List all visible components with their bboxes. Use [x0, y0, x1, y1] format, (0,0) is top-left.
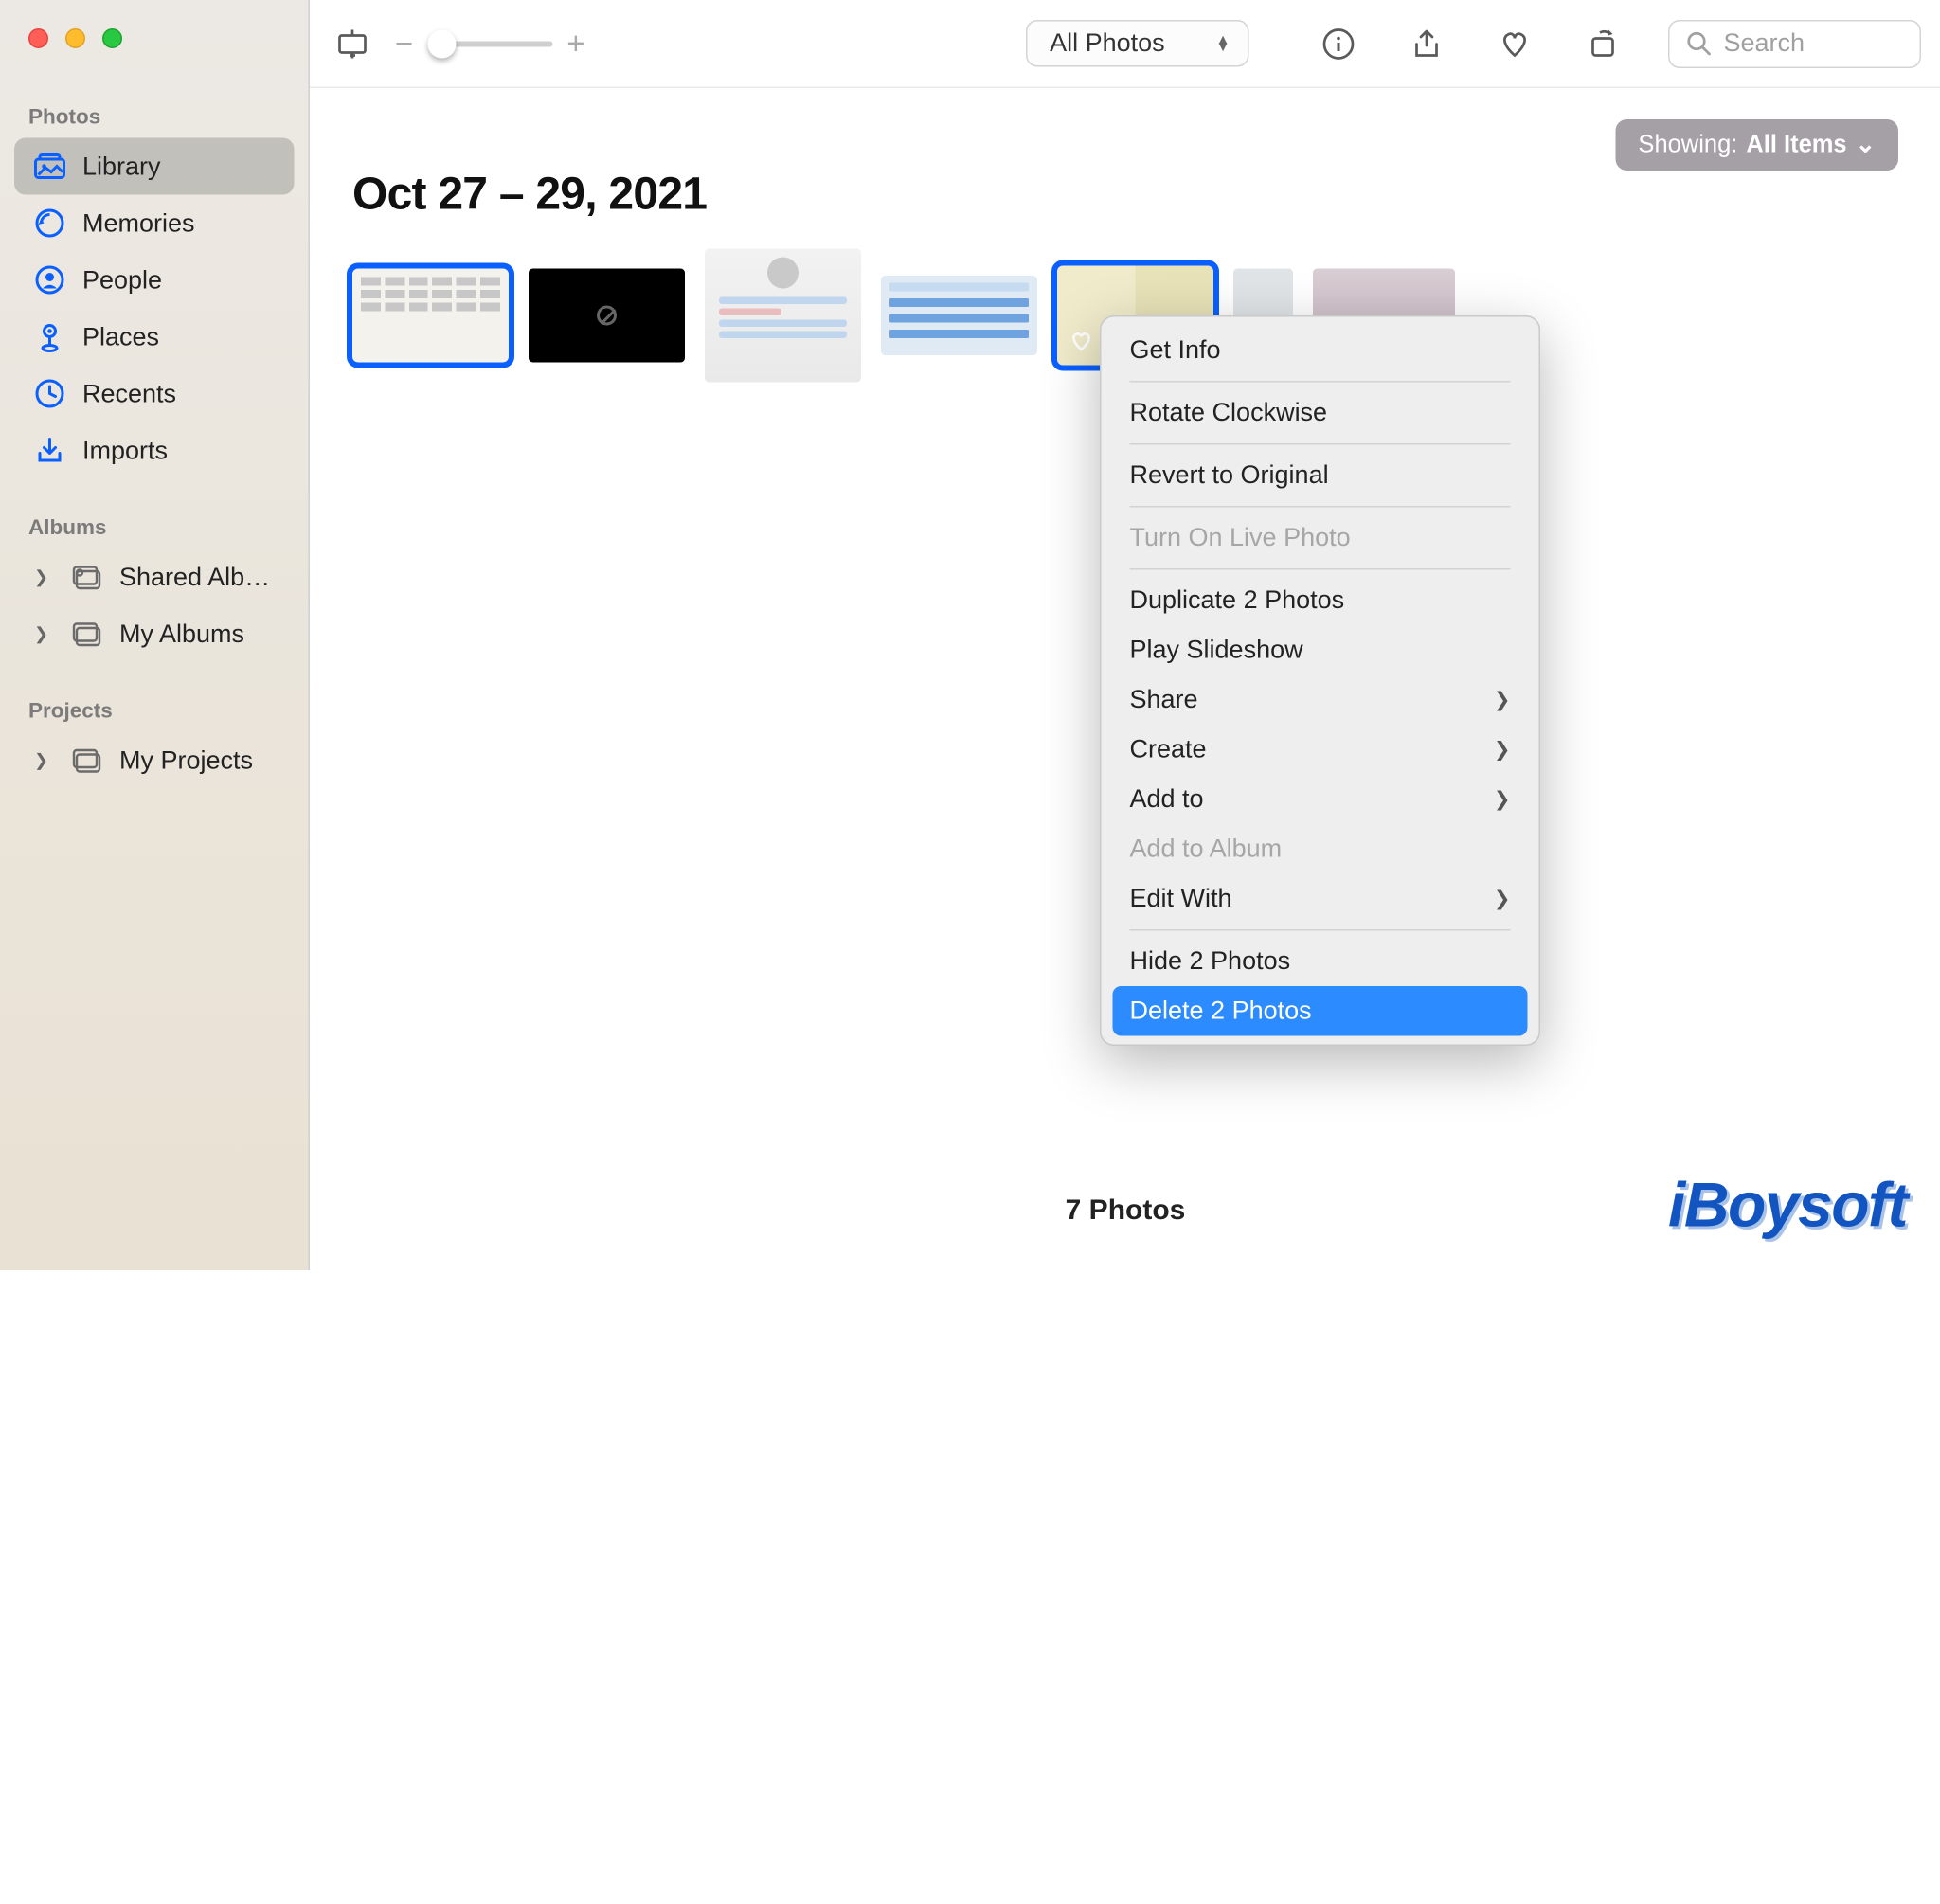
sidebar-item-label: My Albums	[119, 619, 275, 649]
sidebar-item-people[interactable]: People	[14, 252, 295, 309]
showing-value: All Items	[1746, 131, 1846, 159]
ctx-separator	[1130, 381, 1511, 383]
favorite-heart-icon	[1069, 329, 1094, 354]
showing-filter[interactable]: Showing: All Items ⌄	[1615, 119, 1898, 171]
minimize-button[interactable]	[65, 28, 85, 48]
projects-icon	[71, 745, 102, 776]
sidebar-item-recents[interactable]: Recents	[14, 366, 295, 422]
sidebar-item-label: Shared Alb…	[119, 562, 275, 592]
recents-icon	[34, 378, 65, 409]
watermark-logo: iBoysoft	[1668, 1171, 1907, 1242]
context-menu: Get Info Rotate Clockwise Revert to Orig…	[1100, 315, 1540, 1046]
sidebar-item-label: People	[82, 265, 275, 296]
ctx-rotate-cw[interactable]: Rotate Clockwise	[1113, 388, 1528, 439]
ctx-create[interactable]: Create❯	[1113, 725, 1528, 775]
share-icon[interactable]	[1404, 21, 1449, 66]
sidebar: Photos Library Memories People Places	[0, 0, 310, 1270]
sidebar-section-albums: Albums	[0, 479, 309, 549]
chevron-right-icon: ❯	[1494, 738, 1511, 763]
sidebar-item-library[interactable]: Library	[14, 138, 295, 195]
photo-thumbnail[interactable]	[352, 269, 509, 363]
slider-track[interactable]	[427, 41, 552, 46]
ctx-separator	[1130, 568, 1511, 570]
ctx-revert-original[interactable]: Revert to Original	[1113, 451, 1528, 501]
chevron-right-icon: ❯	[1494, 688, 1511, 712]
sidebar-item-imports[interactable]: Imports	[14, 422, 295, 479]
fullscreen-button[interactable]	[102, 28, 122, 48]
places-icon	[34, 321, 65, 352]
toolbar-right: Search	[1316, 19, 1921, 67]
ctx-hide[interactable]: Hide 2 Photos	[1113, 937, 1528, 987]
albums-icon	[71, 619, 102, 650]
shared-albums-icon	[71, 562, 102, 593]
app-window: Photos Library Memories People Places	[0, 0, 1940, 1270]
ctx-separator	[1130, 506, 1511, 508]
ctx-separator	[1130, 443, 1511, 445]
rotate-icon[interactable]	[1580, 21, 1626, 66]
sidebar-item-label: My Projects	[119, 745, 275, 776]
sidebar-item-label: Library	[82, 152, 275, 182]
showing-prefix: Showing:	[1638, 131, 1737, 159]
sidebar-section-photos: Photos	[0, 48, 309, 138]
aspect-icon[interactable]	[330, 21, 375, 66]
photo-thumbnail[interactable]	[881, 276, 1037, 355]
ctx-add-to-album: Add to Album	[1113, 824, 1528, 874]
search-icon	[1687, 30, 1713, 56]
disclosure-icon[interactable]: ❯	[34, 750, 54, 770]
sidebar-item-shared-albums[interactable]: ❯ Shared Alb…	[14, 548, 295, 605]
ctx-separator	[1130, 929, 1511, 931]
close-button[interactable]	[28, 28, 48, 48]
zoom-slider[interactable]: − +	[395, 25, 585, 62]
chevron-down-icon: ⌄	[1856, 131, 1876, 159]
sidebar-item-memories[interactable]: Memories	[14, 195, 295, 252]
sidebar-item-my-albums[interactable]: ❯ My Albums	[14, 605, 295, 662]
disclosure-icon[interactable]: ❯	[34, 567, 54, 587]
imports-icon	[34, 435, 65, 466]
search-placeholder: Search	[1724, 28, 1805, 59]
sidebar-item-places[interactable]: Places	[14, 309, 295, 366]
chevron-right-icon: ❯	[1494, 787, 1511, 812]
library-icon	[34, 151, 65, 182]
chevron-updown-icon: ▲▼	[1216, 36, 1230, 50]
memories-icon	[34, 207, 65, 239]
photo-thumbnail[interactable]	[705, 249, 861, 383]
sidebar-item-my-projects[interactable]: ❯ My Projects	[14, 732, 295, 789]
info-icon[interactable]	[1316, 21, 1361, 66]
date-header: Oct 27 – 29, 2021	[352, 168, 1898, 221]
disclosure-icon[interactable]: ❯	[34, 624, 54, 644]
watermark-text: Boysoft	[1684, 1171, 1907, 1241]
sidebar-item-label: Places	[82, 322, 275, 352]
ctx-get-info[interactable]: Get Info	[1113, 326, 1528, 376]
ctx-live-photo: Turn On Live Photo	[1113, 513, 1528, 564]
people-icon	[34, 264, 65, 296]
search-input[interactable]: Search	[1668, 19, 1921, 67]
zoom-out-icon[interactable]: −	[395, 25, 413, 62]
window-controls	[0, 0, 309, 48]
ctx-edit-with[interactable]: Edit With❯	[1113, 874, 1528, 925]
ctx-duplicate[interactable]: Duplicate 2 Photos	[1113, 576, 1528, 626]
ctx-delete[interactable]: Delete 2 Photos	[1113, 986, 1528, 1036]
zoom-in-icon[interactable]: +	[566, 25, 584, 62]
chevron-right-icon: ❯	[1494, 887, 1511, 911]
ctx-add-to[interactable]: Add to❯	[1113, 775, 1528, 825]
sidebar-item-label: Memories	[82, 208, 275, 239]
sidebar-item-label: Recents	[82, 379, 275, 409]
toolbar: − + All Photos ▲▼	[310, 0, 1940, 88]
ctx-share[interactable]: Share❯	[1113, 675, 1528, 726]
ctx-play-slideshow[interactable]: Play Slideshow	[1113, 625, 1528, 675]
view-selector[interactable]: All Photos ▲▼	[1026, 20, 1248, 67]
view-selector-label: All Photos	[1050, 28, 1165, 59]
sidebar-item-label: Imports	[82, 436, 275, 466]
sidebar-section-projects: Projects	[0, 662, 309, 732]
photo-count: 7 Photos	[1066, 1195, 1186, 1229]
slider-knob[interactable]	[427, 29, 456, 58]
photo-thumbnail[interactable]	[529, 269, 685, 363]
heart-icon[interactable]	[1492, 21, 1537, 66]
